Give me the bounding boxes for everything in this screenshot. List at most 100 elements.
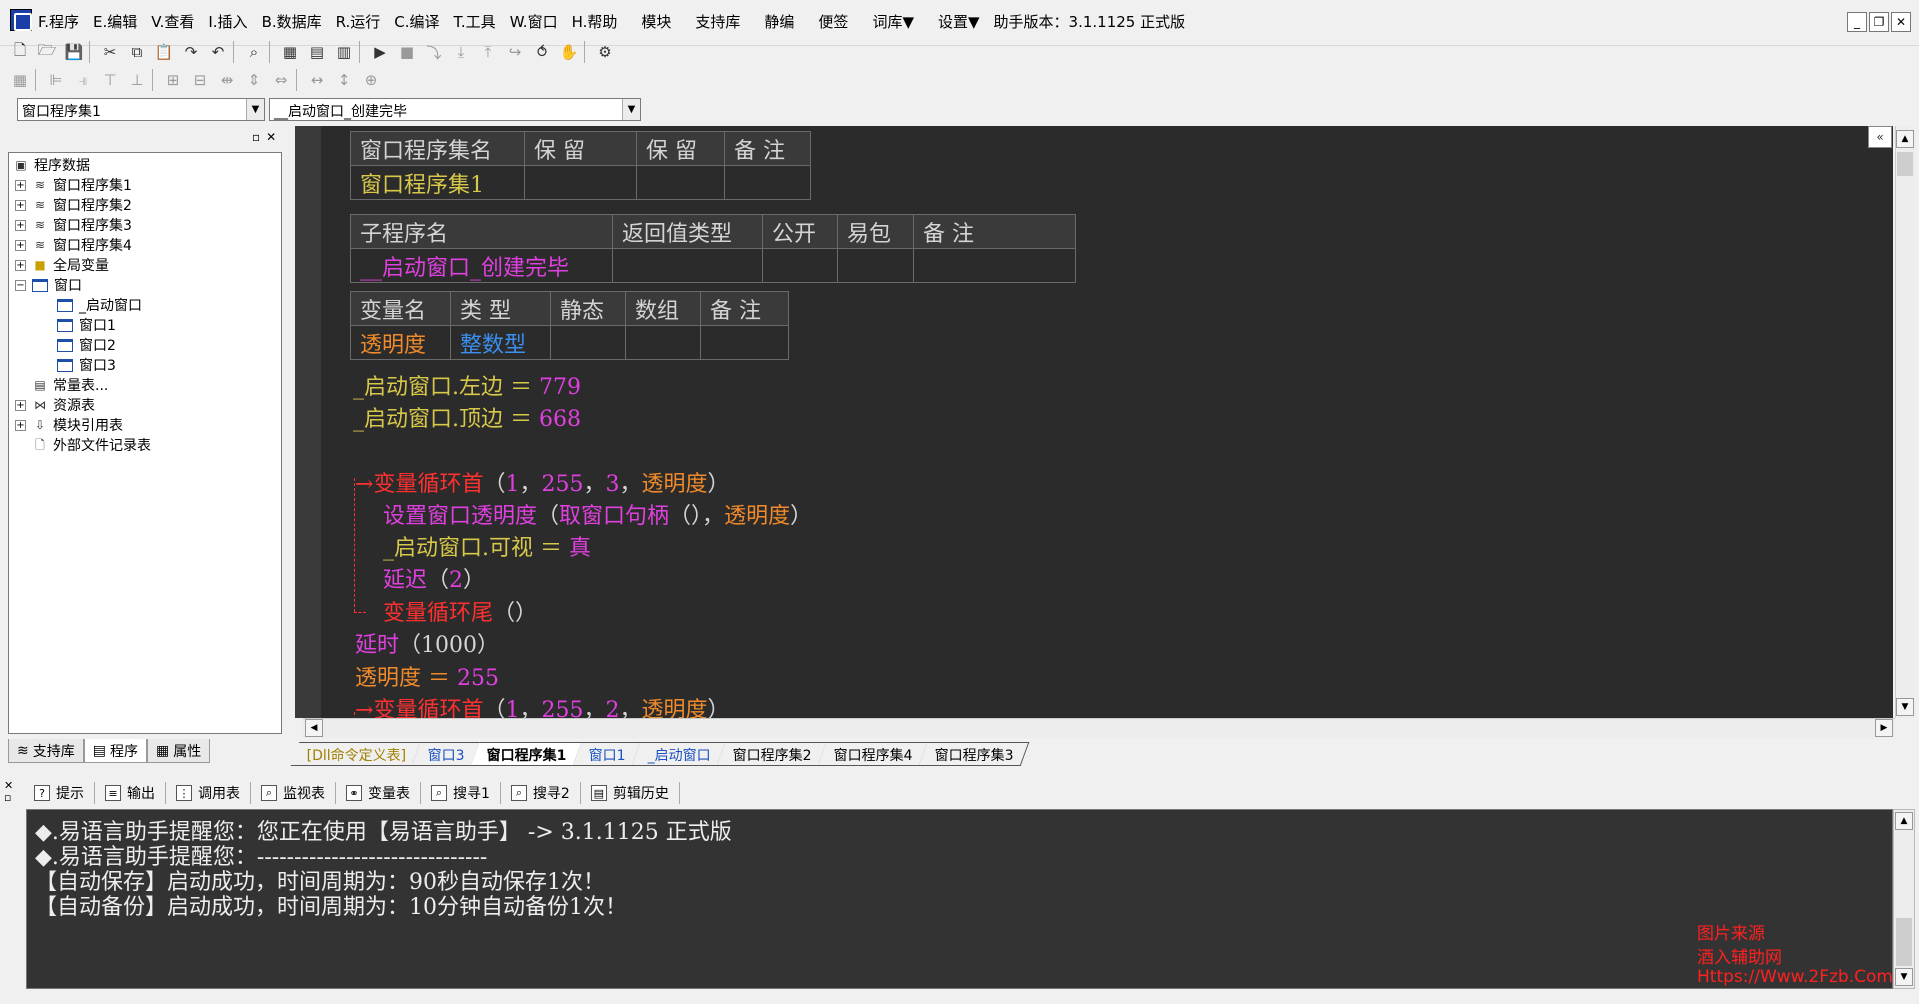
tab-assembly1[interactable]: 窗口程序集1 [471, 742, 583, 766]
chevron-down-icon[interactable]: ▼ [246, 99, 264, 120]
breakpoint-icon[interactable]: ⥀ [530, 40, 554, 64]
minimize-button[interactable]: _ [1847, 12, 1867, 32]
expand-icon[interactable]: + [15, 199, 26, 211]
tree-item[interactable]: _启动窗口 [57, 295, 142, 315]
code-line[interactable]: →变量循环首（1，255，2，透明度） [355, 692, 730, 718]
hand-icon[interactable]: ✋ [557, 40, 581, 64]
size-h-icon[interactable]: ↔ [305, 68, 329, 92]
tab-search2[interactable]: ⌕ 搜寻2 [501, 782, 581, 804]
menu-insert[interactable]: I.插入 [208, 11, 247, 32]
save-icon[interactable]: 💾 [62, 40, 86, 64]
center-form-icon[interactable]: ⊕ [359, 68, 383, 92]
code-line[interactable]: →变量循环首（1，255，3，透明度） [355, 466, 730, 498]
panel-close-icon[interactable]: ✕ [266, 130, 276, 144]
code-line[interactable]: _启动窗口.可视 ＝ 真 [383, 530, 591, 562]
space-h-icon[interactable]: ⇔ [269, 68, 293, 92]
menu-module[interactable]: 模块 [641, 11, 671, 32]
code-line[interactable]: 延时（1000） [355, 627, 499, 659]
editor-horizontal-scrollbar[interactable]: ◀ ▶ [303, 718, 1895, 738]
menu-notes[interactable]: 便签 [818, 11, 848, 32]
step-into-icon[interactable]: ⤓ [449, 40, 473, 64]
tab-call-stack[interactable]: ⋮ 调用表 [166, 782, 251, 804]
table-cell[interactable] [762, 248, 838, 283]
table-cell[interactable] [612, 248, 763, 283]
expand-icon[interactable]: + [15, 419, 26, 431]
scroll-down-icon[interactable]: ▼ [1895, 968, 1913, 986]
scroll-up-icon[interactable]: ▲ [1896, 130, 1914, 148]
step-over-icon[interactable]: ↪ [503, 40, 527, 64]
tab-window1[interactable]: 窗口1 [572, 742, 642, 766]
restore-button[interactable]: ❐ [1869, 12, 1889, 32]
chevron-down-icon[interactable]: ▼ [622, 99, 640, 120]
tree-item[interactable]: + ⇩ 模块引用表 [15, 415, 123, 435]
menu-compile[interactable]: C.编译 [394, 11, 439, 32]
scroll-thumb[interactable] [1897, 152, 1913, 176]
menu-tools[interactable]: T.工具 [454, 11, 496, 32]
tree-item[interactable]: + ⋈ 资源表 [15, 395, 95, 415]
table-cell[interactable] [700, 325, 789, 360]
expand-icon[interactable]: + [15, 259, 26, 271]
tab-properties[interactable]: ▦ 属性 [146, 739, 211, 763]
tab-assembly3[interactable]: 窗口程序集3 [918, 742, 1030, 766]
step-out-icon[interactable]: ⤒ [476, 40, 500, 64]
tree-item[interactable]: + ≋ 窗口程序集1 [15, 175, 132, 195]
table-cell[interactable]: 整数型 [450, 325, 551, 360]
table-cell[interactable] [636, 165, 725, 200]
align-top-icon[interactable]: ⊤ [98, 68, 122, 92]
menu-program[interactable]: F.程序 [38, 11, 79, 32]
tab-clipboard-history[interactable]: ▤ 剪辑历史 [581, 782, 680, 804]
menu-database[interactable]: B.数据库 [262, 11, 322, 32]
center-v-icon[interactable]: ⊟ [188, 68, 212, 92]
same-width-icon[interactable]: ⇹ [215, 68, 239, 92]
same-height-icon[interactable]: ⇕ [242, 68, 266, 92]
scroll-right-icon[interactable]: ▶ [1875, 719, 1893, 737]
tab-assembly2[interactable]: 窗口程序集2 [716, 742, 828, 766]
table-cell[interactable]: 窗口程序集1 [350, 165, 525, 200]
layout1-icon[interactable]: ▦ [278, 40, 302, 64]
panel-restore-icon[interactable]: ▫ [252, 130, 260, 144]
tree-item[interactable]: − 窗口 [15, 275, 82, 295]
find-icon[interactable]: ⌕ [242, 40, 266, 64]
tree-item[interactable]: + ≋ 窗口程序集2 [15, 195, 132, 215]
cut-icon[interactable]: ✂ [98, 40, 122, 64]
run-icon[interactable]: ▶ [368, 40, 392, 64]
close-button[interactable]: ✕ [1891, 12, 1911, 32]
scroll-thumb[interactable] [1896, 918, 1912, 966]
align-bottom-icon[interactable]: ⊥ [125, 68, 149, 92]
tab-assembly4[interactable]: 窗口程序集4 [817, 742, 929, 766]
output-panel[interactable]: ◆.易语言助手提醒您：您正在使用【易语言助手】 -> 3.1.1125 正式版 … [26, 809, 1893, 989]
code-line[interactable]: 延迟（2） [383, 562, 485, 594]
new-file-icon[interactable]: 🗋 [8, 40, 32, 64]
tree-item[interactable]: + ≋ 窗口程序集4 [15, 235, 132, 255]
open-folder-icon[interactable]: 🗁 [35, 40, 59, 64]
tab-startup-window[interactable]: _启动窗口 [631, 742, 727, 766]
menu-run[interactable]: R.运行 [336, 11, 381, 32]
tab-support-lib[interactable]: ≋ 支持库 [8, 739, 84, 763]
tree-item[interactable]: 🗋 外部文件记录表 [32, 435, 151, 455]
code-line[interactable]: 变量循环尾（） [383, 595, 537, 627]
menu-edit[interactable]: E.编辑 [93, 11, 137, 32]
undo-icon[interactable]: ↶ [206, 40, 230, 64]
table-cell[interactable] [837, 248, 914, 283]
table-cell[interactable] [913, 248, 1076, 283]
stop-icon[interactable]: ■ [395, 40, 419, 64]
tree-item[interactable]: 窗口1 [57, 315, 116, 335]
table-cell[interactable] [724, 165, 811, 200]
scroll-left-icon[interactable]: ◀ [305, 719, 323, 737]
menu-support-lib[interactable]: 支持库 [695, 11, 740, 32]
layout2-icon[interactable]: ▤ [305, 40, 329, 64]
expand-icon[interactable]: + [15, 179, 26, 191]
tree-item[interactable]: 窗口3 [57, 355, 116, 375]
layout3-icon[interactable]: ▥ [332, 40, 356, 64]
code-line[interactable]: _启动窗口.顶边 ＝ 668 [353, 401, 581, 433]
tab-search1[interactable]: ⌕ 搜寻1 [421, 782, 501, 804]
assembly-combo[interactable]: 窗口程序集1 ▼ [17, 98, 265, 121]
tab-window3[interactable]: 窗口3 [412, 742, 481, 766]
step-icon[interactable]: ⤵ [422, 40, 446, 64]
collapse-icon[interactable]: − [15, 279, 26, 291]
table-cell[interactable]: __启动窗口_创建完毕 [350, 248, 613, 283]
output-vertical-scrollbar[interactable]: ▲ ▼ [1893, 809, 1915, 989]
tree-item[interactable]: + ≋ 窗口程序集3 [15, 215, 132, 235]
copy-icon[interactable]: ⧉ [125, 40, 149, 64]
editor-vertical-scrollbar[interactable]: ▲ ▼ [1895, 126, 1915, 718]
